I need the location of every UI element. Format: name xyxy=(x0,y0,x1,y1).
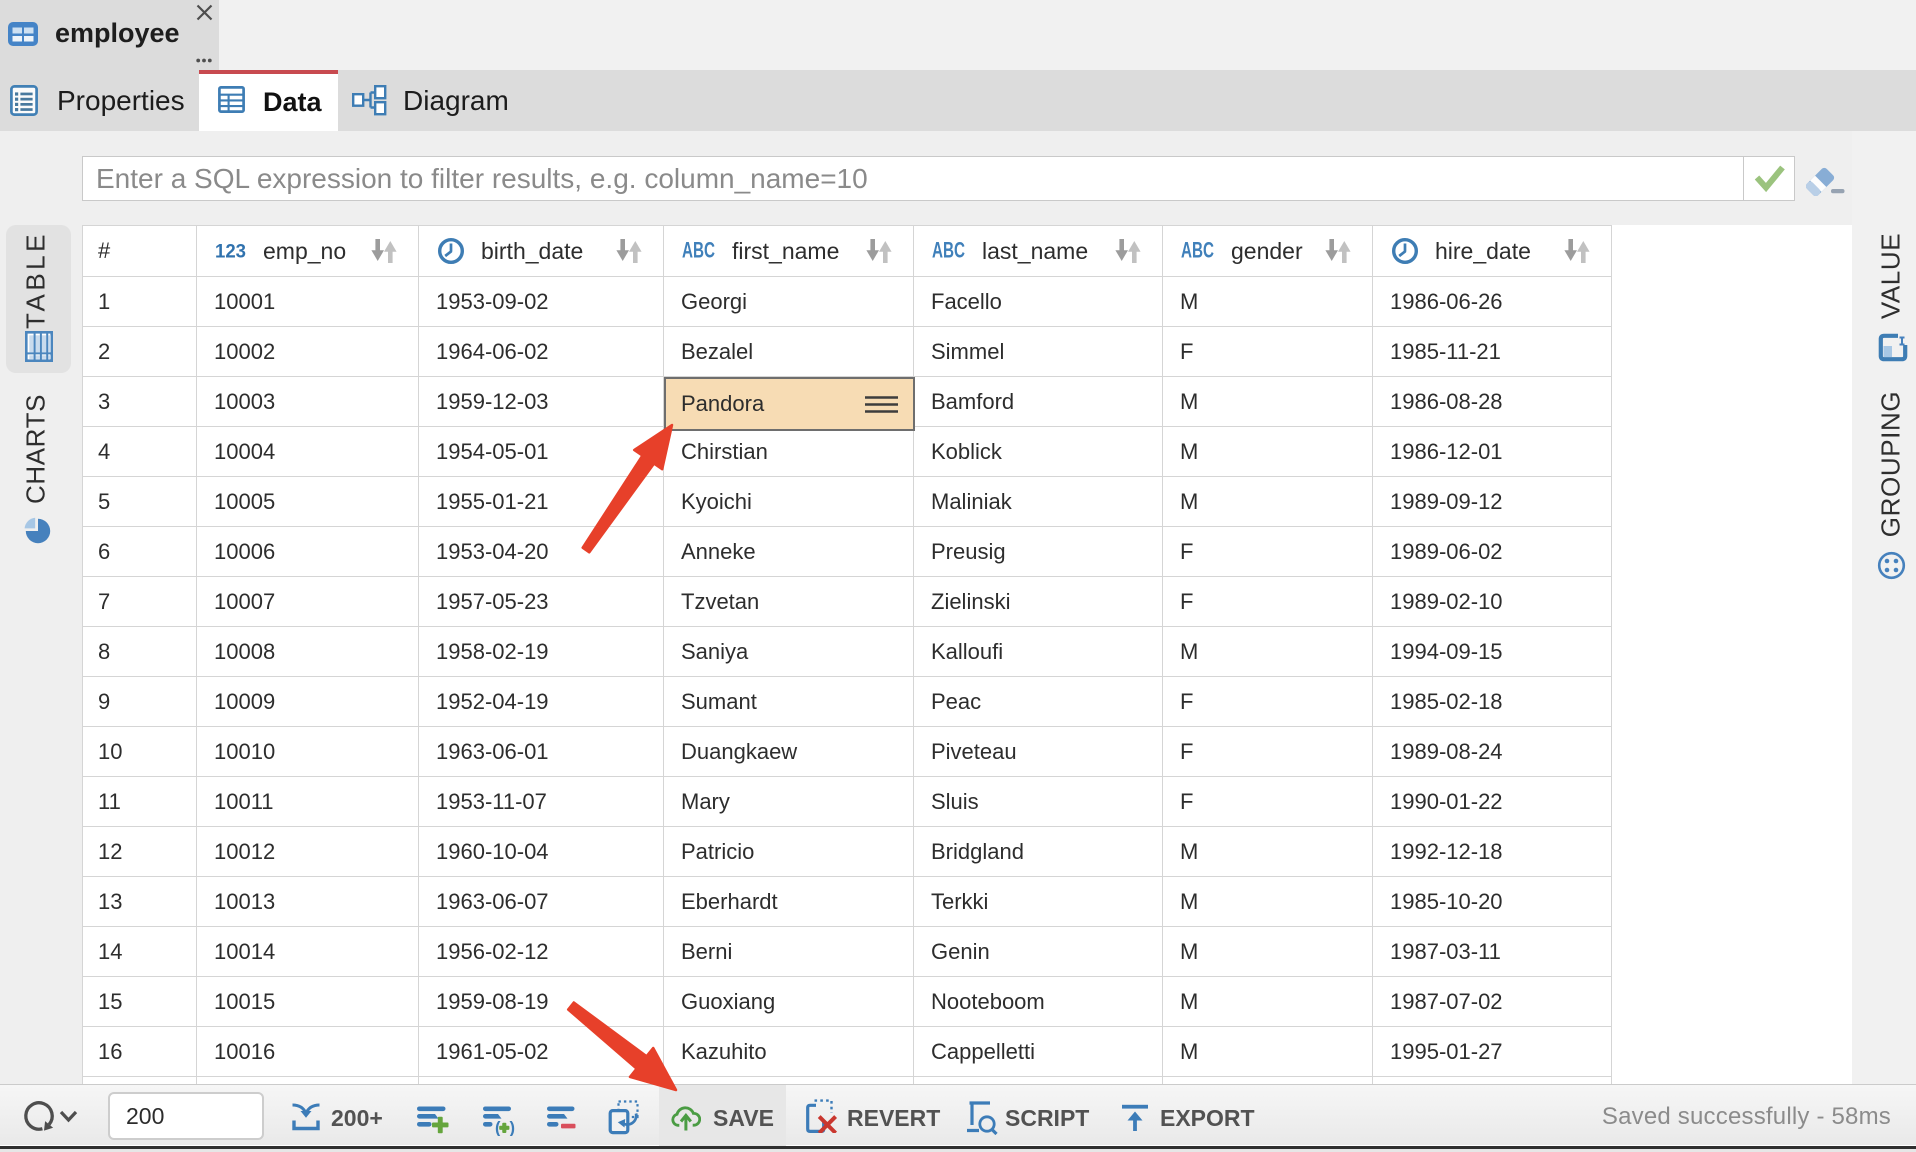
svg-text:ABC: ABC xyxy=(1181,240,1214,262)
svg-text:123: 123 xyxy=(215,241,246,261)
svg-text:ABC: ABC xyxy=(932,240,965,262)
svg-text:ABC: ABC xyxy=(682,240,715,262)
svg-text:): ) xyxy=(510,1119,516,1136)
